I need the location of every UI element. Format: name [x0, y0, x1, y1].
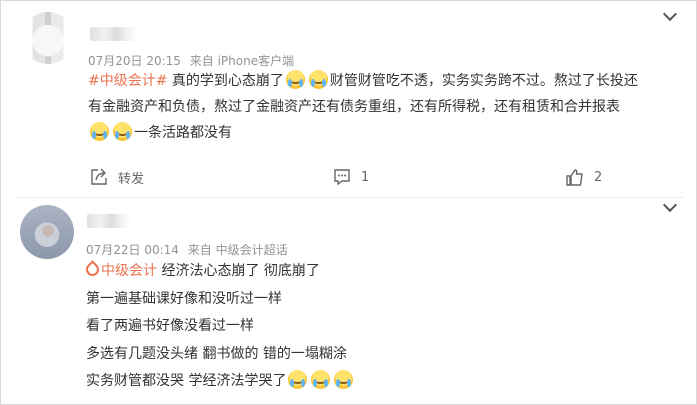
content-text: 实务财管都没哭 学经济法学哭了: [86, 373, 287, 389]
share-button[interactable]: 转发: [90, 165, 144, 189]
content-text: 一条活路都没有: [134, 125, 232, 141]
crying-face-icon: [308, 70, 328, 89]
comment-icon: [334, 169, 350, 186]
post-content: #中级会计# 真的学到心态崩了 财管财管吃不透，实务实务跨不过。熬过了长投还 有金…: [88, 68, 678, 146]
crying-face-icon: [90, 122, 109, 141]
username-redacted[interactable]: [90, 27, 138, 41]
like-button[interactable]: 2: [566, 165, 602, 189]
content-line: 多选有几题没头绪 翻书做的 错的一塌糊涂: [86, 345, 347, 362]
content-line: 一条活路都没有: [88, 120, 678, 146]
post-meta: 07月20日 20:15 来自 iPhone客户端: [88, 52, 294, 69]
divider: [14, 197, 683, 198]
content-text: 真的学到心态崩了: [171, 73, 284, 89]
content-line: #中级会计# 真的学到心态崩了 财管财管吃不透，实务实务跨不过。熬过了长投还: [88, 68, 678, 94]
content-line: 看了两遍书好像没看过一样: [86, 318, 254, 334]
post-timestamp: 07月22日 00:14: [86, 243, 179, 257]
chevron-down-icon[interactable]: [662, 6, 678, 22]
username-redacted[interactable]: [87, 214, 131, 228]
crying-face-icon: [288, 370, 308, 389]
content-text: 财管财管吃不透，实务实务跨不过。熬过了长投还: [329, 73, 638, 89]
content-text: 经济法心态崩了 彻底崩了: [161, 263, 320, 279]
action-bar: 转发 1 2: [0, 165, 697, 189]
topic-link[interactable]: #中级会计#: [88, 73, 167, 89]
crying-face-icon: [311, 370, 331, 389]
content-line: 有金融资产和负债，熬过了金融资产还有债务重组，还有所得税，还有租赁和合并报表: [88, 99, 620, 115]
comment-count: 1: [361, 169, 370, 185]
share-label: 转发: [118, 171, 145, 187]
super-topic-icon: [83, 260, 102, 279]
like-count: 2: [594, 169, 603, 185]
post-timestamp: 07月20日 20:15: [88, 54, 181, 68]
avatar[interactable]: [22, 12, 74, 64]
topic-link[interactable]: 中级会计: [83, 260, 157, 279]
post-source: 来自 iPhone客户端: [189, 54, 295, 68]
topic-label: 中级会计: [101, 263, 157, 279]
crying-face-icon: [113, 122, 132, 141]
avatar[interactable]: [20, 205, 74, 259]
crying-face-icon: [334, 370, 354, 389]
content-line: 第一遍基础课好像和没听过一样: [86, 290, 282, 307]
share-icon: [91, 168, 107, 185]
crying-face-icon: [285, 70, 305, 89]
content-line: 实务财管都没哭 学经济法学哭了: [86, 368, 676, 396]
post-source: 来自 中级会计超话: [187, 243, 288, 257]
post-content: 中级会计 经济法心态崩了 彻底崩了 第一遍基础课好像和没听过一样 看了两遍书好像…: [83, 258, 676, 396]
comment-button[interactable]: 1: [333, 165, 369, 189]
content-line: 中级会计 经济法心态崩了 彻底崩了: [83, 258, 676, 286]
comment-card: 07月20日 20:15 来自 iPhone客户端 #中级会计# 真的学到心态崩…: [0, 0, 697, 198]
thumbs-up-icon: [566, 169, 583, 186]
post-meta: 07月22日 00:14 来自 中级会计超话: [86, 241, 288, 258]
